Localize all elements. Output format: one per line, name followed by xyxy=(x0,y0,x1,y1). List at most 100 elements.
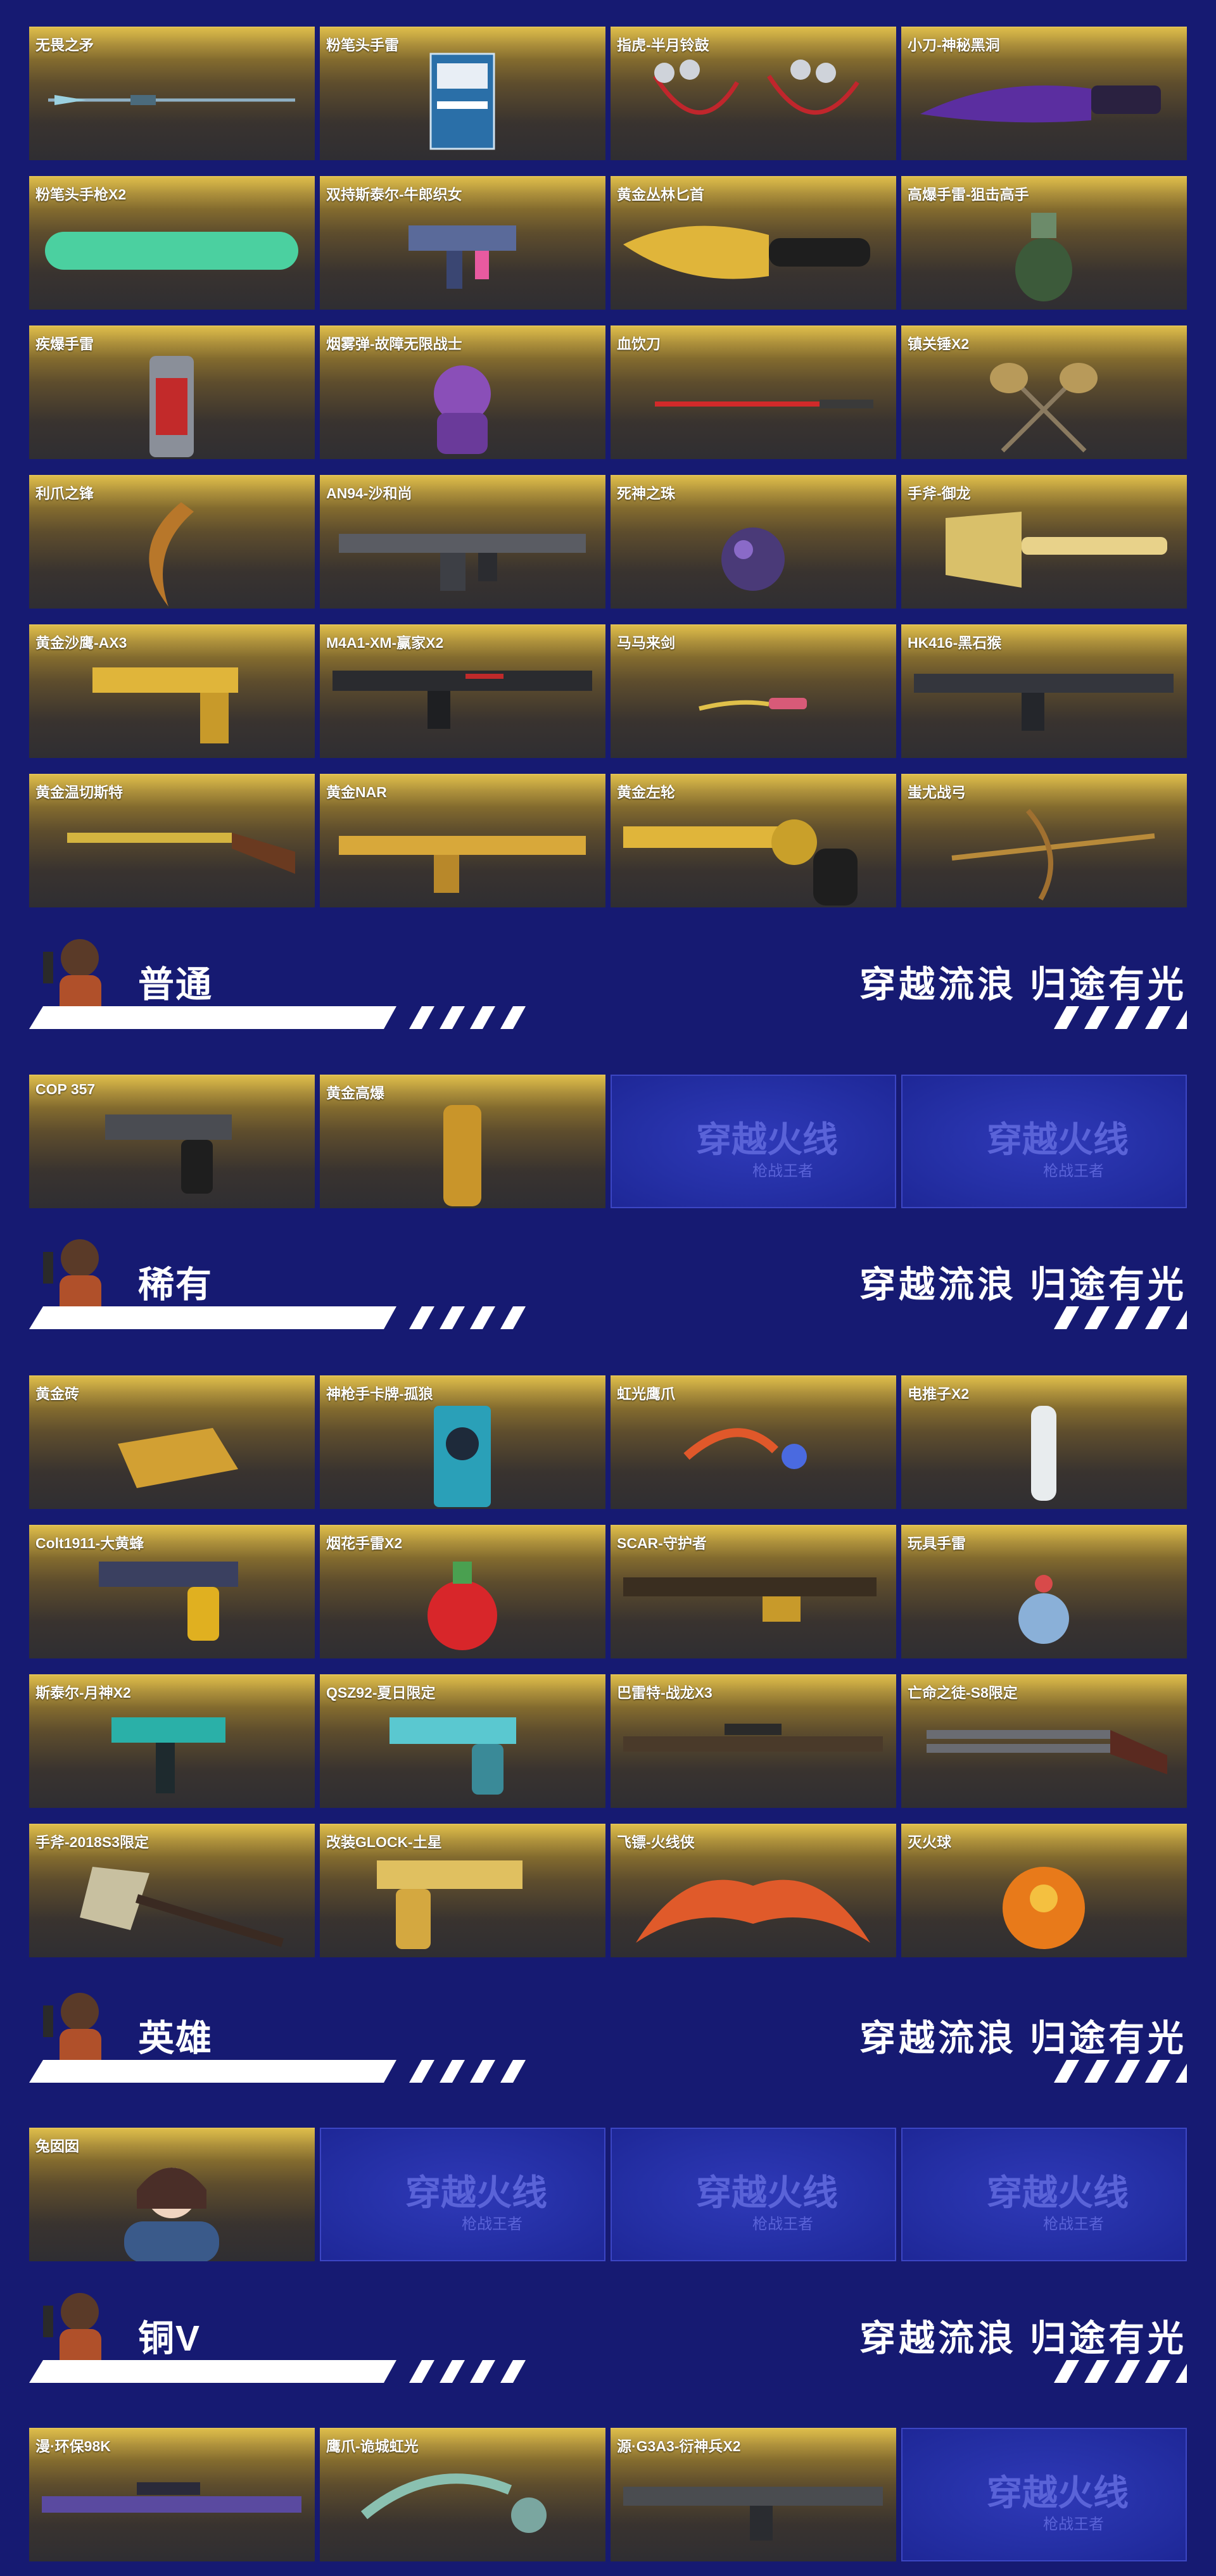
item-card[interactable]: 马马来剑 xyxy=(611,624,896,758)
item-card[interactable]: 黄金温切斯特 xyxy=(29,774,315,907)
item-card[interactable]: 改装GLOCK-土星 xyxy=(320,1824,605,1957)
double-barrel-icon xyxy=(927,1730,1167,1774)
item-card[interactable]: 疾爆手雷 xyxy=(29,325,315,459)
item-card[interactable]: 灭火球 xyxy=(901,1824,1187,1957)
item-card[interactable]: 黄金NAR xyxy=(320,774,605,907)
svg-text:枪战王者: 枪战王者 xyxy=(1043,1162,1104,1180)
item-card[interactable]: 电推子X2 xyxy=(901,1375,1187,1509)
blade-icon xyxy=(655,400,873,408)
item-card[interactable]: 手斧-御龙 xyxy=(901,475,1187,609)
hammers-icon xyxy=(990,363,1098,453)
revolver-icon xyxy=(623,819,858,906)
canister-grenade-icon xyxy=(149,356,194,457)
pistol-icon xyxy=(105,1114,232,1194)
svg-text:穿越火线: 穿越火线 xyxy=(696,1120,838,1161)
item-card[interactable]: AN94-沙和尚 xyxy=(320,475,605,609)
item-card[interactable]: 虹光鹰爪 xyxy=(611,1375,896,1509)
item-card[interactable]: 指虎-半月铃鼓 xyxy=(611,27,896,160)
item-card[interactable]: 粉笔头手雷 xyxy=(320,27,605,160)
sniper-icon xyxy=(623,1724,883,1752)
item-card[interactable]: 斯泰尔-月神X2 xyxy=(29,1674,315,1808)
item-card[interactable]: 蚩尤战弓 xyxy=(901,774,1187,907)
item-card[interactable]: 黄金砖 xyxy=(29,1375,315,1509)
item-card[interactable]: 巴雷特-战龙X3 xyxy=(611,1674,896,1808)
knuckle-duster-icon xyxy=(653,60,859,115)
item-card[interactable]: 血饮刀 xyxy=(611,325,896,459)
page: 无畏之矛 粉笔头手雷 指虎-半月铃鼓 小刀-神秘黑洞 粉笔头手枪X2 双持斯泰尔… xyxy=(0,0,1216,2576)
item-card[interactable]: 手斧-2018S3限定 xyxy=(29,1824,315,1957)
logo-tile: 穿越火线 枪战王者 xyxy=(611,2128,896,2261)
tier-title: 稀有 xyxy=(138,1265,213,1305)
smg-icon xyxy=(111,1717,225,1793)
item-card[interactable]: Colt1911-大黄蜂 xyxy=(29,1525,315,1658)
logo-tile: 穿越火线 枪战王者 xyxy=(901,2428,1187,2561)
slogan: 穿越流浪 归途有光 xyxy=(859,1265,1187,1305)
item-card[interactable]: 烟雾弹-故障无限战士 xyxy=(320,325,605,459)
logo-tile: 穿越火线 枪战王者 xyxy=(320,2128,605,2261)
top-item-grid: 无畏之矛 粉笔头手雷 指虎-半月铃鼓 小刀-神秘黑洞 粉笔头手枪X2 双持斯泰尔… xyxy=(29,27,1187,907)
spear-icon xyxy=(48,95,295,105)
tier-title: 铜V xyxy=(138,2318,201,2359)
golden-knife-icon xyxy=(623,225,870,279)
putong-item-grid: COP 357 黄金高爆 穿越火线 枪战王者 穿越火线 枪战王者 xyxy=(29,1075,1187,1208)
rifle-icon xyxy=(623,2487,883,2541)
golden-pistol-icon xyxy=(377,1860,522,1949)
item-card[interactable]: HK416-黑石猴 xyxy=(901,624,1187,758)
yingxiong-item-grid: 兔囡囡 穿越火线 枪战王者 穿越火线 枪战王者 穿越火线 枪战王者 xyxy=(29,2128,1187,2261)
item-card[interactable]: 无畏之矛 xyxy=(29,27,315,160)
gold-brick-icon xyxy=(118,1428,238,1488)
tier-title: 英雄 xyxy=(138,2018,213,2059)
logo-tile: 穿越火线 枪战王者 xyxy=(611,1075,896,1208)
item-card[interactable]: 小刀-神秘黑洞 xyxy=(901,27,1187,160)
item-card[interactable]: 飞镖-火线侠 xyxy=(611,1824,896,1957)
item-card[interactable]: 漫·环保98K xyxy=(29,2428,315,2561)
item-card[interactable]: 黄金高爆 xyxy=(320,1075,605,1208)
firework-grenade-icon xyxy=(428,1562,497,1650)
claw-blade-icon xyxy=(149,502,194,607)
rifle-icon xyxy=(339,534,586,591)
item-card[interactable]: COP 357 xyxy=(29,1075,315,1208)
section-header-yingxiong: 英雄 穿越流浪 归途有光 xyxy=(29,1981,1187,2089)
svg-text:枪战王者: 枪战王者 xyxy=(462,2215,522,2233)
section-header-xiyou: 稀有 穿越流浪 归途有光 xyxy=(29,1228,1187,1335)
svg-text:穿越火线: 穿越火线 xyxy=(987,2473,1129,2514)
svg-text:枪战王者: 枪战王者 xyxy=(1043,2515,1104,2533)
item-card[interactable]: 粉笔头手枪X2 xyxy=(29,176,315,310)
rifle-icon xyxy=(332,671,592,729)
section-header-putong: 普通 穿越流浪 归途有光 xyxy=(29,928,1187,1035)
item-card[interactable]: 死神之珠 xyxy=(611,475,896,609)
item-card[interactable]: 黄金沙鹰-AX3 xyxy=(29,624,315,758)
slogan: 穿越流浪 归途有光 xyxy=(859,2318,1187,2359)
item-card[interactable]: 亡命之徒-S8限定 xyxy=(901,1674,1187,1808)
slogan: 穿越流浪 归途有光 xyxy=(859,2018,1187,2059)
item-card[interactable]: SCAR-守护者 xyxy=(611,1525,896,1658)
progress-stripe-right xyxy=(1054,2060,1187,2083)
progress-stripe-left xyxy=(29,2060,526,2083)
tier-title: 普通 xyxy=(138,964,213,1005)
golden-grenade-icon xyxy=(443,1105,481,1206)
grenade-icon xyxy=(1015,213,1072,301)
item-card[interactable]: 源·G3A3-衍神兵X2 xyxy=(611,2428,896,2561)
item-card[interactable]: 黄金丛林匕首 xyxy=(611,176,896,310)
item-card[interactable]: 神枪手卡牌-孤狼 xyxy=(320,1375,605,1509)
item-card[interactable]: 双持斯泰尔-牛郎织女 xyxy=(320,176,605,310)
item-card[interactable]: 兔囡囡 xyxy=(29,2128,315,2261)
progress-stripe-left xyxy=(29,2360,526,2383)
item-card[interactable]: 镇关锤X2 xyxy=(901,325,1187,459)
item-label: COP 357 xyxy=(35,1081,96,1097)
item-card[interactable]: M4A1-XM-赢家X2 xyxy=(320,624,605,758)
item-card[interactable]: 黄金左轮 xyxy=(611,774,896,907)
knife-icon xyxy=(920,85,1161,123)
crossfire-logo-icon: 穿越火线 枪战王者 xyxy=(987,2173,1129,2233)
item-card[interactable]: QSZ92-夏日限定 xyxy=(320,1674,605,1808)
crossfire-logo-icon: 穿越火线 枪战王者 xyxy=(696,1120,838,1180)
item-card[interactable]: 鹰爪-诡城虹光 xyxy=(320,2428,605,2561)
svg-text:穿越火线: 穿越火线 xyxy=(696,2173,838,2214)
item-card[interactable]: 烟花手雷X2 xyxy=(320,1525,605,1658)
crossfire-logo-icon: 穿越火线 枪战王者 xyxy=(696,2173,838,2233)
item-card[interactable]: 利爪之锋 xyxy=(29,475,315,609)
orb-icon xyxy=(721,527,785,591)
item-card[interactable]: 高爆手雷-狙击高手 xyxy=(901,176,1187,310)
robot-figure-icon xyxy=(434,365,491,454)
item-card[interactable]: 玩具手雷 xyxy=(901,1525,1187,1658)
